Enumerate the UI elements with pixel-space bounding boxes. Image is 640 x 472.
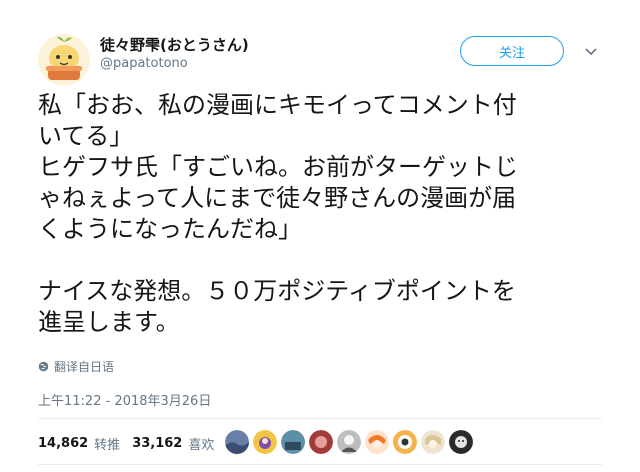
tweet-line: 私「おお、私の漫画にキモイってコメント付 xyxy=(38,91,517,119)
tweet-line: ナイスな発想。５０万ポジティブポイントを xyxy=(38,277,516,305)
tweet-line: いてる」 xyxy=(38,122,134,150)
author-display-name[interactable]: 徒々野雫(おとうさん) xyxy=(100,34,249,55)
divider xyxy=(38,464,602,465)
liker-avatar[interactable] xyxy=(393,430,417,454)
translate-link[interactable]: 翻译自日语 xyxy=(38,358,114,375)
tweet-line: 進呈します。 xyxy=(38,308,180,336)
liker-avatar[interactable] xyxy=(281,430,305,454)
tweet-line: くようになったんだね」 xyxy=(38,215,302,243)
liker-avatar[interactable] xyxy=(309,430,333,454)
liker-avatar[interactable] xyxy=(421,430,445,454)
divider xyxy=(38,418,602,419)
translate-label: 翻译自日语 xyxy=(54,360,115,374)
liker-avatar[interactable] xyxy=(449,430,473,454)
avatar-image xyxy=(38,34,90,86)
like-label[interactable]: 喜欢 xyxy=(188,434,214,453)
liker-avatar[interactable] xyxy=(337,430,361,454)
retweet-label[interactable]: 转推 xyxy=(94,434,120,453)
chevron-down-icon[interactable] xyxy=(584,44,598,58)
tweet-line: ゃねぇよって人にまで徒々野さんの漫画が届 xyxy=(38,184,517,212)
tweet-line-gap xyxy=(38,245,608,276)
follow-button[interactable]: 关注 xyxy=(460,36,564,66)
author-handle[interactable]: @papatotono xyxy=(100,56,188,71)
tweet-timestamp[interactable]: 上午11:22 - 2018年3月26日 xyxy=(38,390,211,409)
globe-icon xyxy=(38,361,49,372)
tweet-line: ヒゲフサ氏「すごいね。お前がターゲットじ xyxy=(38,153,518,181)
retweet-count[interactable]: 14,862 xyxy=(38,436,88,451)
tweet-stats: 14,862 转推 33,162 喜欢 xyxy=(38,434,220,453)
tweet-text: 私「おお、私の漫画にキモイってコメント付 いてる」 ヒゲフサ氏「すごいね。お前が… xyxy=(38,90,608,338)
liker-avatar[interactable] xyxy=(253,430,277,454)
liker-avatar[interactable] xyxy=(365,430,389,454)
author-avatar[interactable] xyxy=(38,34,90,86)
liker-avatars xyxy=(225,430,473,454)
liker-avatar[interactable] xyxy=(225,430,249,454)
like-count[interactable]: 33,162 xyxy=(132,436,182,451)
